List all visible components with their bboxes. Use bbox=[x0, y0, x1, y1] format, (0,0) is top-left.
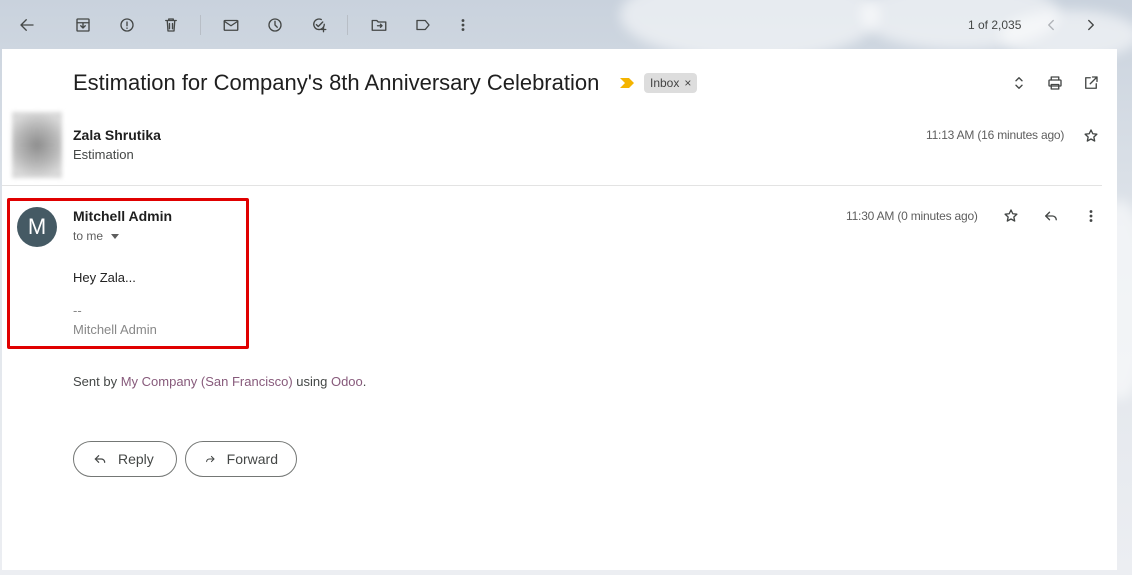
message-snippet[interactable]: Estimation bbox=[73, 147, 134, 162]
message-body: Hey Zala... bbox=[73, 270, 136, 285]
recipient-details-toggle[interactable]: to me bbox=[73, 229, 120, 243]
remove-label-button[interactable]: × bbox=[684, 76, 691, 90]
chevron-left-icon bbox=[1048, 19, 1054, 31]
email-thread-panel: Estimation for Company's 8th Anniversary… bbox=[2, 49, 1117, 570]
message-timestamp: 11:30 AM (0 minutes ago) bbox=[846, 209, 978, 223]
move-to-button[interactable] bbox=[363, 9, 395, 41]
print-button[interactable] bbox=[1043, 71, 1067, 95]
signature-name: Mitchell Admin bbox=[73, 322, 157, 337]
toolbar-divider bbox=[200, 15, 201, 35]
pagination-count: 1 of 2,035 bbox=[968, 18, 1022, 32]
sent-by-footer: Sent by My Company (San Francisco) using… bbox=[73, 374, 366, 389]
archive-button[interactable] bbox=[67, 9, 99, 41]
sender-name[interactable]: Mitchell Admin bbox=[73, 208, 172, 224]
more-options-button[interactable] bbox=[447, 9, 479, 41]
older-button[interactable] bbox=[1075, 9, 1107, 41]
add-task-button[interactable] bbox=[303, 9, 335, 41]
report-spam-button[interactable] bbox=[111, 9, 143, 41]
more-vertical-icon bbox=[461, 19, 465, 31]
star-button[interactable] bbox=[1079, 124, 1103, 148]
star-button[interactable] bbox=[999, 204, 1023, 228]
chevron-right-icon bbox=[1088, 19, 1094, 31]
star-icon bbox=[1084, 129, 1098, 142]
sent-by-suffix: . bbox=[362, 374, 367, 389]
back-button[interactable] bbox=[11, 9, 43, 41]
avatar: M bbox=[17, 207, 57, 247]
message-timestamp: 11:13 AM (16 minutes ago) bbox=[926, 128, 1065, 142]
archive-icon bbox=[76, 18, 90, 32]
envelope-icon bbox=[223, 19, 239, 31]
unfold-icon bbox=[1015, 77, 1023, 89]
move-to-folder-icon bbox=[371, 19, 387, 31]
more-vertical-icon bbox=[1089, 210, 1093, 222]
recipient-label: to me bbox=[73, 229, 104, 243]
sender-name[interactable]: Zala Shrutika bbox=[73, 127, 161, 143]
inbox-label-chip: Inbox × bbox=[644, 73, 698, 93]
newer-button[interactable] bbox=[1035, 9, 1067, 41]
delete-button[interactable] bbox=[155, 9, 187, 41]
snooze-button[interactable] bbox=[259, 9, 291, 41]
open-new-window-button[interactable] bbox=[1079, 71, 1103, 95]
arrow-left-icon bbox=[20, 19, 34, 31]
expand-all-button[interactable] bbox=[1007, 71, 1031, 95]
reply-label: Reply bbox=[118, 451, 154, 467]
company-link[interactable]: My Company (San Francisco) bbox=[121, 374, 293, 389]
message-toolbar: 1 of 2,035 bbox=[0, 0, 1132, 50]
reply-icon bbox=[1045, 211, 1057, 221]
forward-label: Forward bbox=[226, 451, 278, 467]
toolbar-divider bbox=[347, 15, 348, 35]
forward-icon bbox=[206, 455, 215, 463]
thread-subject: Estimation for Company's 8th Anniversary… bbox=[73, 70, 600, 95]
signature-separator: -- bbox=[73, 303, 82, 318]
caret-down-icon bbox=[111, 233, 120, 239]
sent-by-middle: using bbox=[292, 374, 331, 389]
mark-unread-button[interactable] bbox=[215, 9, 247, 41]
odoo-link[interactable]: Odoo bbox=[331, 374, 363, 389]
sent-by-prefix: Sent by bbox=[73, 374, 121, 389]
printer-icon bbox=[1048, 76, 1062, 90]
message-more-button[interactable] bbox=[1079, 204, 1103, 228]
reply-button[interactable] bbox=[1039, 204, 1063, 228]
message-divider bbox=[2, 185, 1102, 186]
label-icon bbox=[416, 19, 430, 31]
reply-icon bbox=[94, 455, 106, 463]
label-name: Inbox bbox=[650, 76, 680, 90]
label-button[interactable] bbox=[407, 9, 439, 41]
add-task-icon bbox=[313, 18, 327, 33]
avatar bbox=[12, 112, 62, 178]
clock-icon bbox=[268, 18, 282, 32]
reply-action-button[interactable]: Reply bbox=[73, 441, 177, 477]
forward-action-button[interactable]: Forward bbox=[185, 441, 297, 477]
open-in-new-icon bbox=[1085, 76, 1098, 89]
report-spam-icon bbox=[120, 18, 134, 32]
trash-icon bbox=[165, 18, 177, 32]
star-icon bbox=[1004, 209, 1018, 222]
important-marker-icon[interactable] bbox=[620, 78, 634, 88]
